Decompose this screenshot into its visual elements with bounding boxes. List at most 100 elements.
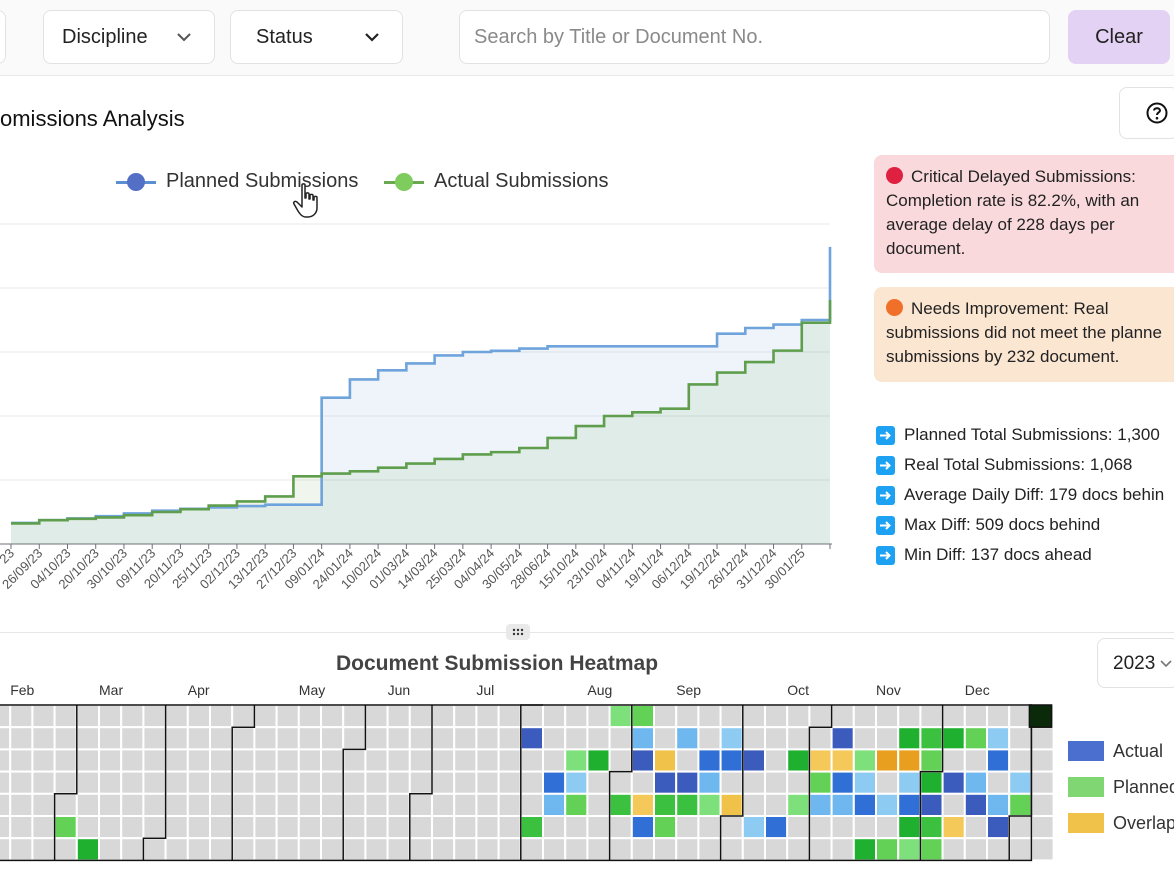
heatmap-cell[interactable] xyxy=(164,815,189,840)
heatmap-cell[interactable] xyxy=(475,770,500,795)
heatmap-cell[interactable] xyxy=(275,837,300,862)
heatmap-cell[interactable] xyxy=(1028,704,1053,728)
heatmap-cell[interactable] xyxy=(786,792,811,818)
heatmap-cell[interactable] xyxy=(741,704,766,729)
heatmap-cell[interactable] xyxy=(31,815,56,840)
heatmap-cell[interactable] xyxy=(764,748,789,773)
heatmap-cell[interactable] xyxy=(786,704,811,729)
heatmap-cell[interactable] xyxy=(31,837,56,862)
heatmap-cell[interactable] xyxy=(120,748,145,773)
heatmap-cell[interactable] xyxy=(297,792,322,818)
heatmap-cell[interactable] xyxy=(253,815,278,840)
heatmap-cell[interactable] xyxy=(808,815,833,840)
heatmap-cell[interactable] xyxy=(497,770,522,795)
heatmap-cell[interactable] xyxy=(75,792,101,818)
heatmap-cell[interactable] xyxy=(697,704,722,729)
heatmap-cell[interactable] xyxy=(741,792,766,818)
heatmap-cell[interactable] xyxy=(941,770,966,795)
heatmap-cell[interactable] xyxy=(564,748,589,773)
heatmap-cell[interactable] xyxy=(453,726,478,751)
heatmap-cell[interactable] xyxy=(453,792,478,818)
heatmap-cell[interactable] xyxy=(31,704,56,729)
heatmap-cell[interactable] xyxy=(164,792,189,818)
status-dropdown[interactable]: Status xyxy=(230,10,403,64)
heatmap-cell[interactable] xyxy=(0,770,12,795)
heatmap-cell[interactable] xyxy=(75,815,101,840)
heatmap-cell[interactable] xyxy=(9,704,34,729)
heatmap-cell[interactable] xyxy=(120,770,145,795)
heatmap-cell[interactable] xyxy=(875,770,900,795)
heatmap-cell[interactable] xyxy=(98,748,123,773)
heatmap-cell[interactable] xyxy=(142,770,167,795)
heatmap-cell[interactable] xyxy=(875,837,900,862)
heatmap-cell[interactable] xyxy=(186,837,212,862)
heatmap-cell[interactable] xyxy=(320,748,345,773)
heatmap-cell[interactable] xyxy=(9,726,34,751)
heatmap-cell[interactable] xyxy=(1008,726,1033,751)
heatmap-cell[interactable] xyxy=(897,837,922,862)
heatmap-cell[interactable] xyxy=(9,837,34,862)
heatmap-cell[interactable] xyxy=(386,815,411,840)
heatmap-cell[interactable] xyxy=(630,748,655,773)
heatmap-cell[interactable] xyxy=(1030,837,1055,862)
heatmap-cell[interactable] xyxy=(741,748,766,773)
heatmap-cell[interactable] xyxy=(342,704,367,729)
heatmap-cell[interactable] xyxy=(453,704,478,729)
heatmap-cell[interactable] xyxy=(209,792,234,818)
heatmap-cell[interactable] xyxy=(786,770,811,795)
heatmap-cell[interactable] xyxy=(542,792,567,818)
heatmap-cell[interactable] xyxy=(275,792,300,818)
heatmap-cell[interactable] xyxy=(919,770,944,795)
heatmap-cell[interactable] xyxy=(608,704,633,729)
heatmap-cell[interactable] xyxy=(209,726,234,751)
heatmap-cell[interactable] xyxy=(630,704,655,729)
heatmap-cell[interactable] xyxy=(963,792,988,818)
heatmap-cell[interactable] xyxy=(0,815,12,840)
heatmap-cell[interactable] xyxy=(852,815,877,840)
heatmap-cell[interactable] xyxy=(209,748,234,773)
heatmap-cell[interactable] xyxy=(897,726,922,751)
heatmap-cell[interactable] xyxy=(253,704,278,729)
heatmap-cell[interactable] xyxy=(564,770,589,795)
heatmap-cell[interactable] xyxy=(164,748,189,773)
heatmap-cell[interactable] xyxy=(98,704,123,729)
heatmap-cell[interactable] xyxy=(364,792,389,818)
heatmap-cell[interactable] xyxy=(164,837,189,862)
heatmap-cell[interactable] xyxy=(808,704,833,729)
heatmap-cell[interactable] xyxy=(986,748,1011,773)
heatmap-cell[interactable] xyxy=(719,704,744,729)
heatmap-cell[interactable] xyxy=(53,815,78,840)
heatmap-cell[interactable] xyxy=(786,837,811,862)
heatmap-cell[interactable] xyxy=(653,770,678,795)
heatmap-cell[interactable] xyxy=(186,815,212,840)
heatmap-cell[interactable] xyxy=(186,770,212,795)
heatmap-cell[interactable] xyxy=(764,770,789,795)
heatmap-cell[interactable] xyxy=(186,792,212,818)
heatmap-cell[interactable] xyxy=(608,726,633,751)
heatmap-cell[interactable] xyxy=(830,815,855,840)
heatmap-cell[interactable] xyxy=(120,704,145,729)
heatmap-cell[interactable] xyxy=(275,748,300,773)
heatmap-cell[interactable] xyxy=(320,837,345,862)
heatmap-cell[interactable] xyxy=(75,704,101,729)
heatmap-cell[interactable] xyxy=(386,837,411,862)
heatmap-cell[interactable] xyxy=(253,770,278,795)
heatmap-cell[interactable] xyxy=(209,815,234,840)
heatmap-cell[interactable] xyxy=(142,815,167,840)
heatmap-cell[interactable] xyxy=(408,770,433,795)
heatmap-cell[interactable] xyxy=(675,837,700,862)
heatmap-cell[interactable] xyxy=(1008,748,1033,773)
heatmap-cell[interactable] xyxy=(431,726,456,751)
heatmap-cell[interactable] xyxy=(852,837,877,862)
heatmap-legend-overlap[interactable]: Overlap xyxy=(1068,805,1174,841)
heatmap-cell[interactable] xyxy=(519,748,544,773)
heatmap-cell[interactable] xyxy=(519,770,544,795)
first-filter-dropdown[interactable] xyxy=(0,10,6,64)
heatmap-cell[interactable] xyxy=(231,770,256,795)
heatmap-cell[interactable] xyxy=(852,704,877,729)
heatmap-cell[interactable] xyxy=(764,815,789,840)
heatmap-cell[interactable] xyxy=(497,792,522,818)
heatmap-cell[interactable] xyxy=(830,704,855,729)
heatmap-cell[interactable] xyxy=(297,748,322,773)
heatmap-cell[interactable] xyxy=(320,815,345,840)
